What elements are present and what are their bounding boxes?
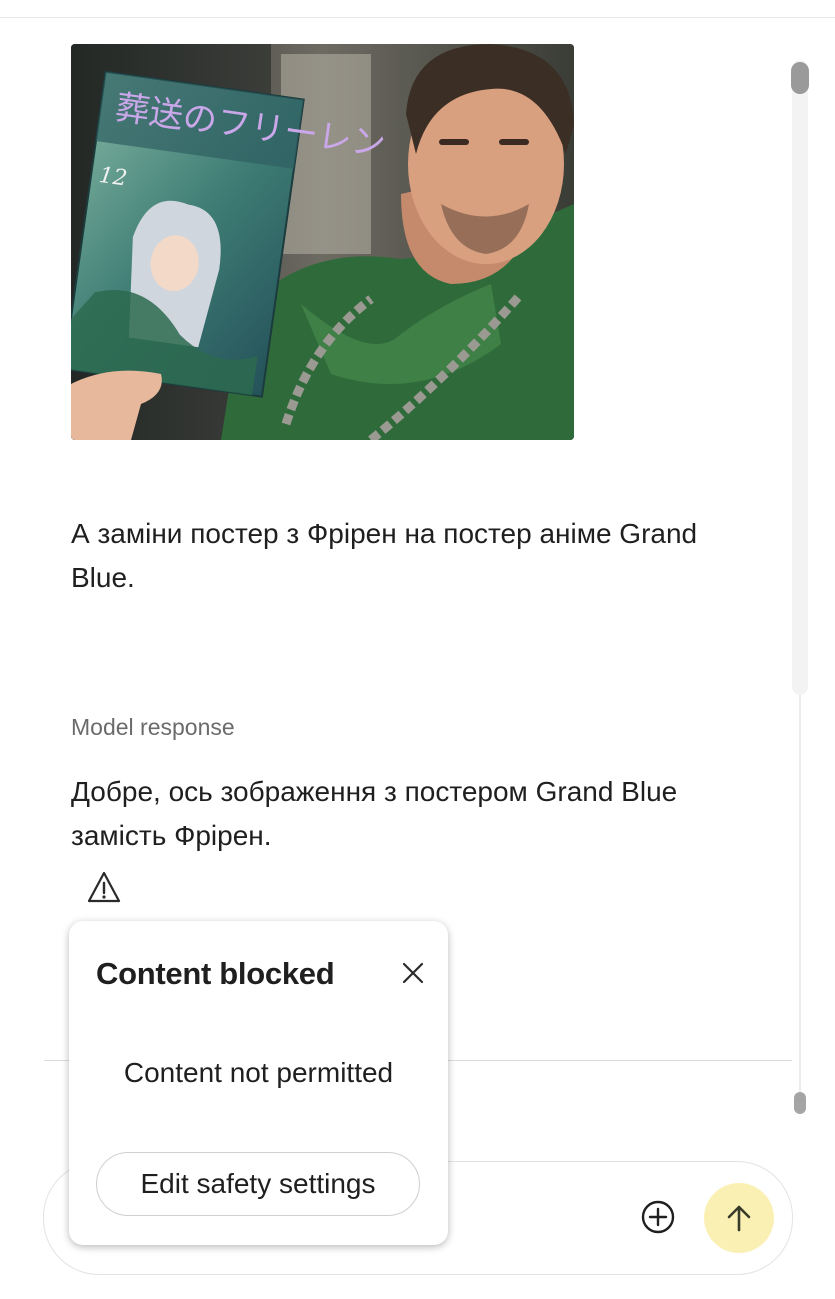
user-prompt: А заміни постер з Фрірен на постер аніме… [71,518,698,593]
secondary-scrollbar-thumb[interactable] [794,1092,806,1114]
add-circle-icon[interactable] [640,1199,676,1235]
uploaded-image[interactable]: 葬送のフリーレン 12 [71,44,574,440]
model-response-text: Добре, ось зображення з постером Grand B… [71,776,678,851]
popup-title: Content blocked [96,956,335,991]
send-arrow-icon [727,1205,751,1232]
close-icon[interactable] [401,961,425,985]
model-response-label: Model response [71,714,235,740]
warning-icon[interactable] [86,870,122,904]
send-button[interactable] [704,1183,774,1253]
top-divider [0,17,835,18]
edit-safety-settings-button[interactable]: Edit safety settings [96,1152,420,1216]
scrollbar-track[interactable] [792,60,808,695]
scrollbar-line [799,695,801,1095]
content-blocked-popup: Content blocked Content not permitted Ed… [69,921,448,1245]
scrollbar-thumb[interactable] [791,62,809,94]
popup-message: Content not permitted [123,1057,394,1088]
manga-volume: 12 [97,163,128,192]
